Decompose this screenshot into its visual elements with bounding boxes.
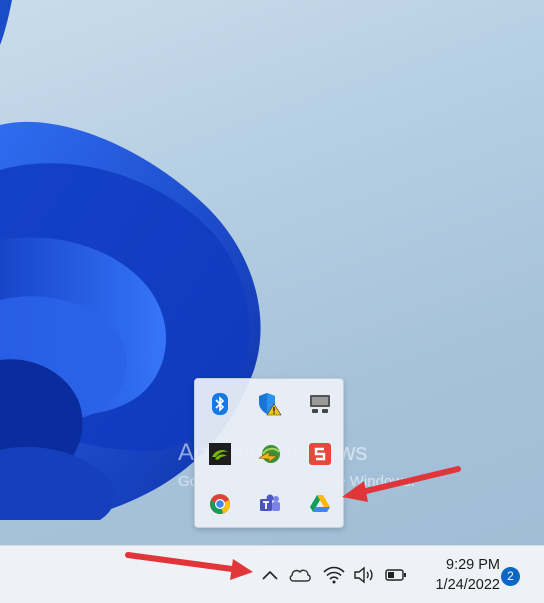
- tray-overflow-flyout: [194, 378, 344, 528]
- clock-date: 1/24/2022: [435, 577, 500, 593]
- teams-icon[interactable]: [255, 489, 285, 519]
- snagit-icon[interactable]: [305, 439, 335, 469]
- display-icon[interactable]: [305, 389, 335, 419]
- wifi-icon[interactable]: [322, 563, 346, 587]
- chrome-icon[interactable]: [205, 489, 235, 519]
- taskbar: 9:29 PM 1/24/2022 2: [0, 545, 544, 603]
- nvidia-icon[interactable]: [205, 439, 235, 469]
- battery-icon[interactable]: [384, 563, 408, 587]
- onedrive-cloud-icon[interactable]: [288, 563, 312, 587]
- notification-badge[interactable]: 2: [501, 567, 520, 586]
- internet-download-manager-icon[interactable]: [255, 439, 285, 469]
- windows-security-warning-icon[interactable]: [255, 389, 285, 419]
- clock[interactable]: 9:29 PM 1/24/2022: [416, 555, 500, 595]
- bluetooth-icon[interactable]: [205, 389, 235, 419]
- desktop: Activate Windows Go to Settings to activ…: [0, 0, 544, 545]
- google-drive-icon[interactable]: [305, 489, 335, 519]
- chevron-up-icon[interactable]: [258, 563, 282, 587]
- clock-time: 9:29 PM: [446, 557, 500, 573]
- volume-icon[interactable]: [352, 563, 376, 587]
